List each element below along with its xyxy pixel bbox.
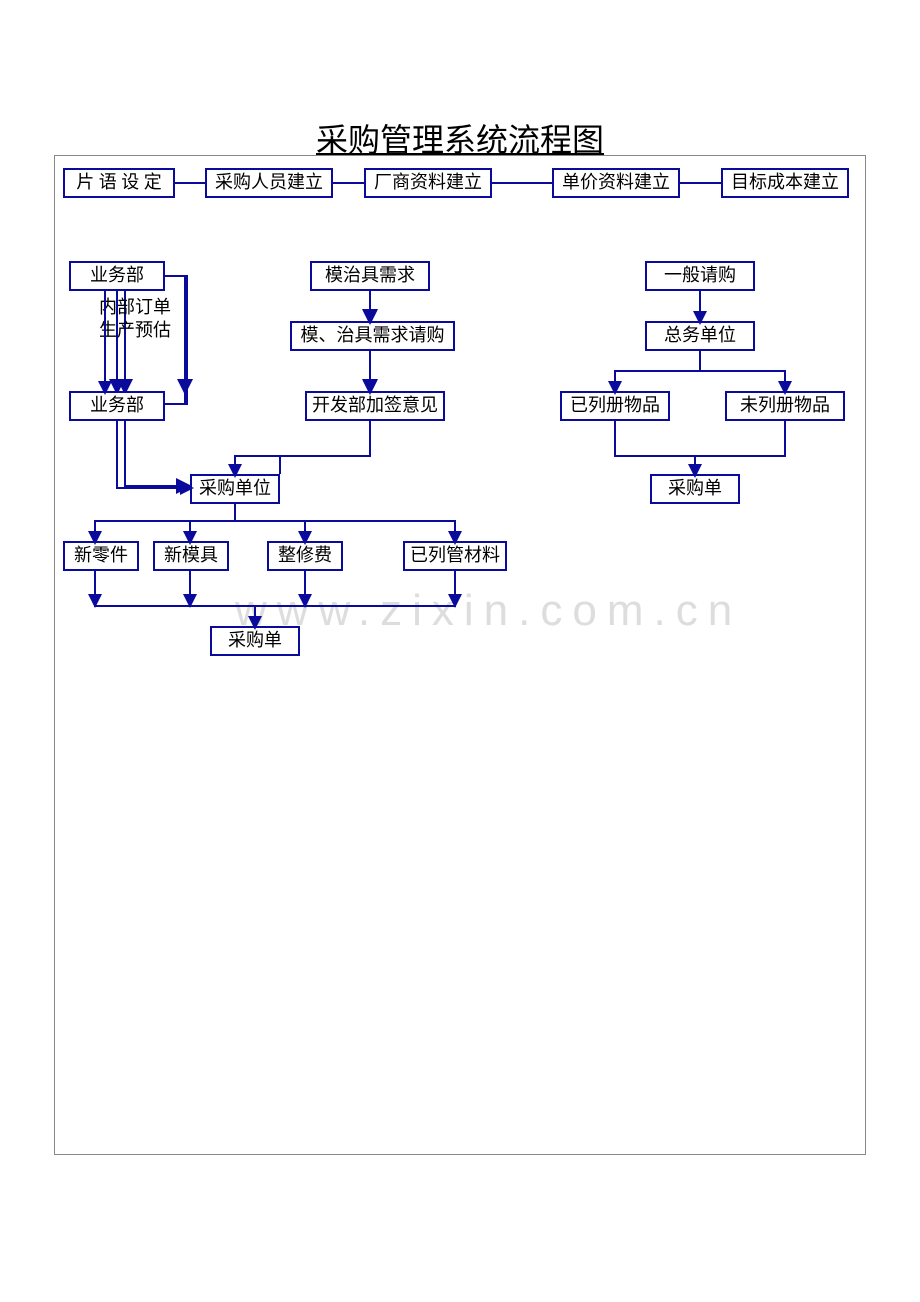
node-vendor-setup: 厂商资料建立 [364, 168, 492, 198]
node-targetcost-setup: 目标成本建立 [721, 168, 849, 198]
node-listed-material: 已列管材料 [403, 541, 507, 571]
node-affairs: 总务单位 [645, 321, 755, 351]
node-purchase-unit: 采购单位 [190, 474, 280, 504]
node-business-2: 业务部 [69, 391, 165, 421]
node-mold-request: 模、治具需求请购 [290, 321, 455, 351]
node-po-right: 采购单 [650, 474, 740, 504]
node-purchaser-setup: 采购人员建立 [205, 168, 333, 198]
node-business-1: 业务部 [69, 261, 165, 291]
node-repair: 整修费 [267, 541, 343, 571]
node-listed-item: 已列册物品 [560, 391, 670, 421]
watermark: www.zixin.com.cn [235, 586, 742, 636]
node-new-mold: 新模具 [153, 541, 229, 571]
node-general-req: 一般请购 [645, 261, 755, 291]
node-unitprice-setup: 单价资料建立 [552, 168, 680, 198]
label-internal-order: 内部订单 生产预估 [85, 296, 185, 343]
node-dev-sign: 开发部加签意见 [305, 391, 445, 421]
flowchart-canvas: www.zixin.com.cn [54, 155, 866, 1155]
node-phrase-setting: 片 语 设 定 [63, 168, 175, 198]
node-new-part: 新零件 [63, 541, 139, 571]
node-mold-need: 模治具需求 [310, 261, 430, 291]
node-unlisted-item: 未列册物品 [725, 391, 845, 421]
node-po-left: 采购单 [210, 626, 300, 656]
